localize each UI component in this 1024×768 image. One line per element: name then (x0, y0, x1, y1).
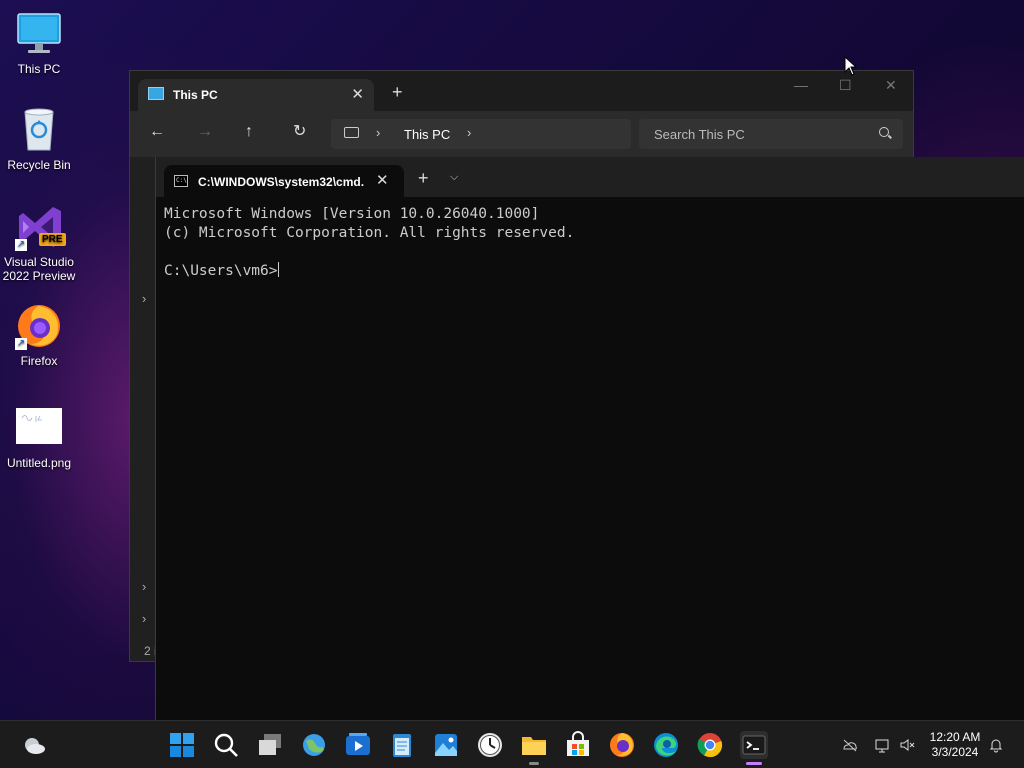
nav-pane-expand-icon[interactable]: › (142, 611, 146, 626)
terminal-output[interactable]: Microsoft Windows [Version 10.0.26040.10… (164, 205, 574, 281)
nav-pane-expand-icon[interactable]: › (142, 579, 146, 594)
chevron-right-icon[interactable]: › (376, 125, 380, 140)
start-icon[interactable] (168, 731, 196, 759)
search-icon (879, 127, 889, 137)
active-indicator (746, 762, 762, 765)
close-tab-icon[interactable]: ✕ (376, 171, 389, 189)
terminal-tab-label: C:\WINDOWS\system32\cmd. (198, 175, 365, 189)
chrome-icon[interactable] (696, 731, 724, 759)
shortcut-arrow-icon: ↗ (15, 338, 27, 350)
firefox-icon: ↗ (15, 302, 63, 350)
up-arrow-icon[interactable]: ↑ (245, 124, 253, 140)
onedrive-offline-icon[interactable] (842, 737, 858, 753)
explorer-tab-this-pc[interactable]: This PC ✕ (138, 79, 374, 111)
terminal-titlebar[interactable]: C:\ C:\WINDOWS\system32\cmd. ✕ + ⌵ (156, 157, 1024, 197)
desktop-icon-label: This PC (17, 62, 61, 76)
visual-studio-icon: PRE ↗ (15, 203, 66, 251)
desktop-icon-label: Visual Studio (4, 255, 74, 269)
file-explorer-icon[interactable] (520, 731, 548, 765)
terminal-prompt-line[interactable]: C:\Users\vm6> (164, 262, 574, 281)
text-cursor (277, 262, 279, 277)
preview-badge: PRE (39, 233, 66, 246)
desktop-icon-label: Firefox (20, 354, 58, 368)
monitor-icon (148, 87, 164, 100)
desktop-icon-recycle-bin[interactable]: Recycle Bin (0, 106, 78, 172)
notepad-icon[interactable] (388, 731, 416, 759)
explorer-toolbar: ← → ↑ ↻ › This PC › Search This PC (130, 111, 913, 157)
breadcrumb[interactable]: This PC (404, 127, 450, 142)
media-player-icon[interactable] (344, 731, 372, 759)
terminal-line: Microsoft Windows [Version 10.0.26040.10… (164, 206, 540, 222)
weather-widget-icon[interactable] (20, 731, 48, 759)
task-view-icon[interactable] (256, 731, 284, 759)
nav-pane-expand-icon[interactable]: › (142, 291, 146, 306)
running-indicator (529, 762, 539, 765)
desktop-icon-firefox[interactable]: ↗ Firefox (0, 302, 78, 368)
search-icon[interactable] (212, 731, 240, 759)
monitor-icon (344, 127, 359, 138)
widgets-icon[interactable] (300, 731, 328, 759)
explorer-new-tab-button[interactable]: + (392, 83, 403, 101)
desktop-icon-label: Untitled.png (6, 456, 72, 470)
explorer-tab-label: This PC (173, 88, 218, 102)
taskbar: 12:20 AM 3/3/2024 (0, 720, 1024, 768)
mouse-cursor-icon (844, 55, 858, 76)
clock-time: 12:20 AM (929, 730, 981, 744)
close-tab-icon[interactable]: ✕ (351, 85, 364, 103)
recycle-bin-icon (15, 106, 63, 154)
explorer-titlebar[interactable]: This PC ✕ + — ☐ ✕ (130, 71, 913, 111)
terminal-window[interactable]: C:\ C:\WINDOWS\system32\cmd. ✕ + ⌵ Micro… (155, 157, 1024, 720)
terminal-icon[interactable] (740, 731, 768, 765)
search-box[interactable]: Search This PC (639, 119, 903, 149)
back-arrow-icon[interactable]: ← (149, 124, 165, 140)
terminal-line: (c) Microsoft Corporation. All rights re… (164, 225, 575, 241)
cmd-icon: C:\ (174, 175, 188, 187)
desktop-icon-untitled-png[interactable]: Untitled.png (0, 408, 78, 470)
volume-muted-icon[interactable] (899, 737, 915, 753)
refresh-icon[interactable]: ↻ (293, 124, 306, 140)
network-icon[interactable] (874, 737, 890, 753)
chevron-down-icon[interactable]: ⌵ (450, 171, 458, 184)
terminal-prompt: C:\Users\vm6> (164, 263, 278, 279)
firefox-icon[interactable] (608, 731, 636, 759)
desktop-icon-label: Recycle Bin (7, 158, 71, 172)
store-icon[interactable] (564, 731, 592, 759)
minimize-icon[interactable]: — (794, 77, 808, 93)
maximize-icon[interactable]: ☐ (839, 77, 852, 94)
address-bar[interactable]: › This PC › (331, 119, 631, 149)
system-clock[interactable]: 12:20 AM 3/3/2024 (924, 730, 986, 760)
desktop-icon-visual-studio[interactable]: PRE ↗ Visual Studio 2022 Preview (0, 203, 78, 283)
forward-arrow-icon[interactable]: → (197, 124, 213, 140)
monitor-icon (15, 10, 63, 58)
image-file-icon (16, 408, 62, 444)
search-placeholder: Search This PC (654, 127, 745, 142)
terminal-tab-cmd[interactable]: C:\ C:\WINDOWS\system32\cmd. ✕ (164, 165, 404, 197)
clock-app-icon[interactable] (476, 731, 504, 759)
edge-icon[interactable] (652, 731, 680, 759)
photos-icon[interactable] (432, 731, 460, 759)
chevron-right-icon[interactable]: › (467, 125, 471, 140)
shortcut-arrow-icon: ↗ (15, 239, 27, 251)
desktop-icon-label: 2022 Preview (2, 269, 76, 283)
notification-bell-icon[interactable] (988, 737, 1004, 753)
clock-date: 3/3/2024 (931, 745, 979, 759)
terminal-new-tab-button[interactable]: + (418, 169, 429, 187)
close-window-icon[interactable]: ✕ (885, 77, 897, 94)
desktop-icon-this-pc[interactable]: This PC (0, 10, 78, 76)
